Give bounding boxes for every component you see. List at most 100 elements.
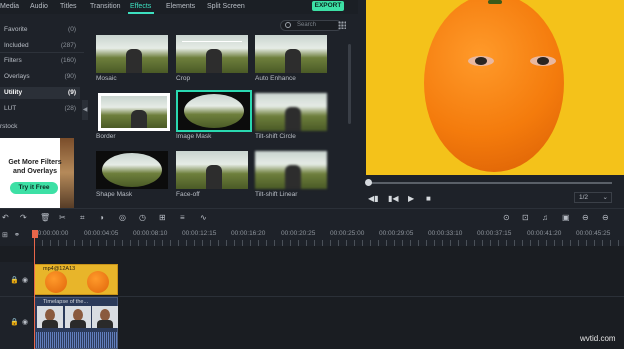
clip-thumbnail: [65, 306, 91, 328]
active-tab-indicator: [128, 12, 154, 14]
preview-scrubber-track[interactable]: [368, 182, 612, 184]
thumb-person: [285, 165, 301, 189]
eye-icon[interactable]: ◉: [22, 318, 28, 326]
stop-icon[interactable]: ■: [426, 194, 431, 203]
effect-thumb-face-off[interactable]: [176, 151, 248, 189]
clip-name: Timelapse of the...: [43, 299, 89, 305]
delete-icon[interactable]: 🗑: [40, 213, 50, 222]
voiceover-icon[interactable]: ▣: [562, 213, 570, 222]
preview-quality-select[interactable]: 1/2 ⌄: [574, 192, 612, 203]
playhead-handle[interactable]: [32, 230, 38, 238]
cut-icon[interactable]: ✂: [59, 213, 66, 222]
effect-thumb-auto-enhance[interactable]: [255, 35, 327, 73]
effect-label: Shape Mask: [96, 191, 133, 198]
clip-thumbnail: [37, 306, 63, 328]
lock-icon[interactable]: 🔒: [10, 318, 19, 326]
sidebar-item-count: (160): [60, 57, 76, 64]
marker-icon[interactable]: ⊡: [522, 213, 529, 222]
search-input[interactable]: Search: [280, 20, 342, 31]
sidebar-item-utility[interactable]: Utility (9): [0, 87, 80, 99]
clip-thumbnail: [87, 271, 109, 293]
effect-thumb-crop[interactable]: [176, 35, 248, 73]
video-preview: [366, 0, 624, 175]
render-icon[interactable]: ⊙: [503, 213, 510, 222]
grid-view-icon[interactable]: [338, 21, 346, 29]
sidebar-item-lut[interactable]: LUT (28): [0, 103, 80, 115]
effect-thumb-border[interactable]: [98, 93, 170, 131]
microphone-icon[interactable]: ♫: [542, 213, 548, 222]
thumb-body: [70, 320, 86, 328]
effect-thumb-shape-mask[interactable]: [96, 151, 168, 189]
tab-titles[interactable]: Titles: [60, 3, 76, 10]
tab-split-screen[interactable]: Split Screen: [207, 3, 245, 10]
zoom-out-icon[interactable]: ⊖: [582, 213, 589, 222]
panel-divider: [358, 0, 366, 175]
duration-icon[interactable]: ◷: [139, 213, 146, 222]
left-eye: [468, 56, 494, 66]
step-back-icon[interactable]: ◀▮: [368, 194, 379, 203]
shape-mask: [102, 153, 162, 187]
adjust-icon[interactable]: ≡: [180, 213, 185, 222]
play-icon[interactable]: ▶: [408, 194, 414, 203]
effect-label: Auto Enhance: [255, 75, 296, 82]
sidebar-item-filmstock[interactable]: rstock: [0, 123, 17, 130]
tab-transition[interactable]: Transition: [90, 3, 120, 10]
search-icon: [285, 22, 291, 28]
link-icon[interactable]: ⚭: [14, 231, 20, 239]
try-it-free-button[interactable]: Try it Free: [10, 182, 58, 194]
speed-icon[interactable]: ◎: [119, 213, 126, 222]
thumb-person: [206, 165, 222, 189]
effect-label: Crop: [176, 75, 191, 82]
clip-thumbnail: [45, 271, 67, 293]
split-icon[interactable]: ⊞: [159, 213, 166, 222]
sidebar-item-count: (90): [64, 73, 76, 80]
preview-scrubber-knob[interactable]: [365, 179, 372, 186]
effect-thumb-tilt-shift-circle[interactable]: [255, 93, 327, 131]
ruler-tick-label: 00:00:20:25: [281, 230, 316, 237]
color-icon[interactable]: ◑: [99, 213, 104, 222]
thumb-body: [42, 320, 58, 328]
undo-icon[interactable]: ↶: [2, 213, 9, 222]
frame-back-icon[interactable]: ▮◀: [388, 194, 399, 203]
top-menu-bar: Media Audio Titles Transition Effects El…: [0, 0, 358, 14]
sidebar-item-filters[interactable]: Filters (160): [0, 55, 80, 67]
lock-icon[interactable]: 🔒: [10, 276, 19, 284]
playhead-line[interactable]: [34, 238, 35, 349]
redo-icon[interactable]: ↷: [20, 213, 27, 222]
promo-title: Get More Filters and Overlays: [8, 159, 62, 175]
watermark: wvtid.com: [580, 334, 616, 343]
effect-thumb-image-mask[interactable]: [176, 90, 252, 132]
audio-wave-icon[interactable]: ∿: [200, 213, 207, 222]
thumb-person: [285, 107, 301, 131]
export-button[interactable]: EXPORT: [312, 1, 344, 11]
tab-media[interactable]: Media: [0, 3, 19, 10]
sidebar-item-overlays[interactable]: Overlays (90): [0, 71, 80, 83]
sidebar-item-count: (9): [68, 89, 76, 96]
collapse-sidebar-handle[interactable]: ◀: [82, 100, 88, 120]
sidebar-item-label: Overlays: [4, 73, 30, 80]
left-iris: [475, 57, 487, 65]
eye-icon[interactable]: ◉: [22, 276, 28, 284]
effect-label: Tilt-shift Circle: [255, 133, 296, 140]
crop-icon[interactable]: ⌗: [80, 213, 85, 223]
effects-scrollbar[interactable]: [348, 44, 351, 124]
timeline-ruler[interactable]: 00:00:00:00 00:00:04:05 00:00:08:10 00:0…: [0, 226, 624, 246]
ellipse-mask: [184, 94, 244, 128]
tab-effects[interactable]: Effects: [130, 3, 151, 10]
effect-thumb-mosaic[interactable]: [96, 35, 168, 73]
tab-audio[interactable]: Audio: [30, 3, 48, 10]
tab-elements[interactable]: Elements: [166, 3, 195, 10]
orange-image: [424, 0, 564, 172]
sidebar-item-label: Filters: [4, 57, 22, 64]
sidebar-item-included[interactable]: Included (287): [0, 40, 80, 52]
effect-label: Image Mask: [176, 133, 212, 140]
zoom-in-icon[interactable]: ⊖: [602, 213, 609, 222]
effect-thumb-tilt-shift-linear[interactable]: [255, 151, 327, 189]
right-eye: [530, 56, 556, 66]
timeline-clip-video[interactable]: Timelapse of the...: [34, 297, 118, 349]
timeline-clip-image[interactable]: mp4@12A13: [34, 264, 118, 295]
orange-stem: [488, 0, 502, 4]
add-track-icon[interactable]: ⊞: [2, 231, 8, 239]
thumb-person: [285, 49, 301, 73]
sidebar-item-favorite[interactable]: Favorite (0): [0, 24, 80, 36]
